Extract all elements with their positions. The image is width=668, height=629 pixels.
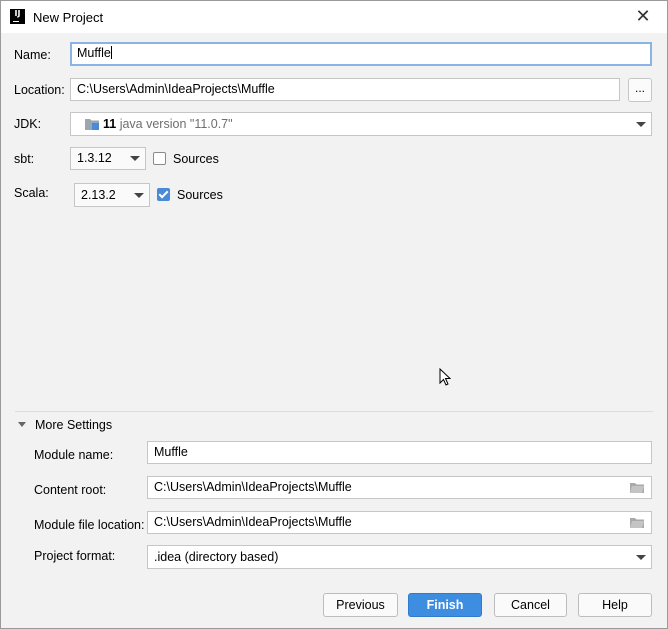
more-settings-separator [15, 411, 653, 412]
text-caret [110, 46, 112, 59]
name-input-value: Muffle [77, 46, 111, 60]
expand-triangle-icon[interactable] [18, 422, 26, 427]
mouse-cursor-icon [439, 368, 451, 386]
module-file-location-label: Module file location: [34, 518, 145, 532]
sbt-dropdown-arrow-icon [130, 156, 140, 161]
more-settings-header[interactable]: More Settings [35, 418, 112, 432]
help-button[interactable]: Help [578, 593, 652, 617]
cancel-button[interactable]: Cancel [494, 593, 567, 617]
sbt-sources-label: Sources [173, 152, 219, 166]
new-project-dialog: IJ New Project ✕ Name: Muffle Location: … [0, 0, 668, 629]
jdk-description: java version "11.0.7" [119, 117, 233, 131]
scala-sources-checkbox[interactable] [157, 188, 170, 201]
folder-jdk-icon [85, 119, 99, 130]
project-format-combobox[interactable]: .idea (directory based) [147, 545, 652, 569]
jdk-label: JDK: [14, 117, 42, 131]
module-file-folder-icon[interactable] [630, 517, 644, 528]
previous-button[interactable]: Previous [323, 593, 398, 617]
sbt-sources-checkbox[interactable] [153, 152, 166, 165]
module-name-input[interactable]: Muffle [147, 441, 652, 464]
content-root-input[interactable]: C:\Users\Admin\IdeaProjects\Muffle [147, 476, 652, 499]
scala-dropdown-arrow-icon [134, 193, 144, 198]
project-format-label: Project format: [34, 549, 116, 563]
sbt-label: sbt: [14, 152, 35, 166]
jdk-version: 11 [103, 117, 117, 131]
content-root-folder-icon[interactable] [630, 482, 644, 493]
location-input[interactable]: C:\Users\Admin\IdeaProjects\Muffle [70, 78, 620, 101]
finish-button[interactable]: Finish [408, 593, 482, 617]
intellij-icon: IJ [10, 9, 25, 24]
content-root-label: Content root: [34, 483, 107, 497]
scala-label: Scala: [14, 186, 49, 200]
close-button[interactable]: ✕ [631, 5, 655, 29]
window-title: New Project [33, 10, 104, 25]
name-label: Name: [14, 48, 51, 62]
title-bar: IJ New Project ✕ [1, 1, 667, 33]
jdk-dropdown-arrow-icon [636, 122, 646, 127]
jdk-combobox[interactable]: 11 java version "11.0.7" [70, 112, 652, 136]
name-input[interactable]: Muffle [70, 42, 652, 66]
scala-sources-label: Sources [177, 188, 223, 202]
browse-location-button[interactable]: ... [628, 78, 652, 102]
module-name-label: Module name: [34, 448, 114, 462]
project-format-dropdown-arrow-icon [636, 555, 646, 560]
module-file-location-input[interactable]: C:\Users\Admin\IdeaProjects\Muffle [147, 511, 652, 534]
location-label: Location: [14, 83, 65, 97]
